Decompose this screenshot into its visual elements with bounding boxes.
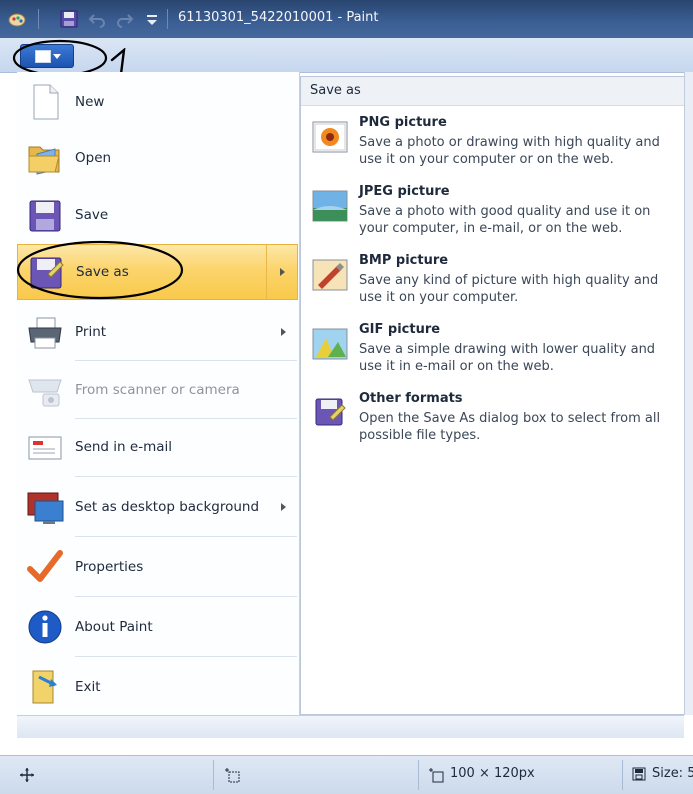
title-divider bbox=[167, 9, 168, 29]
menu-separator bbox=[75, 476, 297, 477]
other-formats-icon bbox=[315, 398, 346, 426]
selection-size-icon bbox=[225, 768, 240, 783]
checkmark-icon bbox=[27, 550, 63, 582]
menu-separator bbox=[75, 656, 297, 657]
menu-item-label: New bbox=[75, 94, 105, 110]
window-title: 61130301_5422010001 - Paint bbox=[178, 10, 379, 25]
desktop-background-icon bbox=[27, 492, 64, 524]
annotation-circle-2 bbox=[16, 240, 184, 300]
chevron-right-icon bbox=[281, 328, 286, 336]
file-size-icon bbox=[632, 767, 646, 781]
status-bar: 100 × 120px Size: 5 bbox=[0, 755, 693, 794]
menu-item-label: Set as desktop background bbox=[75, 499, 260, 515]
menu-item-label: Exit bbox=[75, 679, 101, 695]
menu-item-label: About Paint bbox=[75, 619, 153, 635]
qat-divider bbox=[38, 9, 39, 29]
menu-item-label: Send in e-mail bbox=[75, 439, 172, 455]
move-cursor-icon bbox=[20, 768, 34, 782]
menu-item-new[interactable]: New bbox=[17, 74, 298, 130]
save-as-header-label: Save as bbox=[310, 83, 361, 98]
new-document-icon bbox=[33, 84, 59, 120]
canvas-edge bbox=[684, 72, 693, 715]
menu-item-label: From scanner or camera bbox=[75, 382, 240, 398]
menu-item-print[interactable]: Print bbox=[17, 304, 298, 360]
menu-item-desktop-background[interactable]: Set as desktop background bbox=[17, 479, 298, 535]
canvas-size-icon bbox=[429, 768, 444, 783]
bmp-picture-icon bbox=[312, 259, 348, 291]
save-option-title: Other formats bbox=[359, 391, 463, 406]
save-option-description: Open the Save As dialog box to select fr… bbox=[359, 411, 661, 443]
chevron-right-icon bbox=[281, 503, 286, 511]
save-option-bmp[interactable]: BMP picture Save any kind of picture wit… bbox=[301, 253, 685, 317]
paint-app-icon[interactable] bbox=[8, 10, 26, 28]
menu-item-send-email[interactable]: Send in e-mail bbox=[17, 419, 298, 475]
save-option-title: PNG picture bbox=[359, 115, 447, 130]
file-size: Size: 5 bbox=[652, 766, 693, 781]
menu-item-properties[interactable]: Properties bbox=[17, 539, 298, 595]
save-option-gif[interactable]: GIF picture Save a simple drawing with l… bbox=[301, 322, 685, 386]
save-option-description: Save a photo with good quality and use i… bbox=[359, 204, 651, 236]
status-divider bbox=[213, 760, 214, 790]
png-picture-icon bbox=[312, 121, 348, 153]
save-option-title: BMP picture bbox=[359, 253, 449, 268]
info-icon bbox=[28, 610, 62, 644]
menu-item-from-scanner: From scanner or camera bbox=[17, 362, 298, 418]
save-option-title: GIF picture bbox=[359, 322, 441, 337]
save-option-title: JPEG picture bbox=[359, 184, 450, 199]
jpeg-picture-icon bbox=[312, 190, 348, 222]
floppy-disk-icon bbox=[29, 200, 61, 232]
menu-item-label: Properties bbox=[75, 559, 144, 575]
save-as-panel: Save as PNG picture Save a photo or draw… bbox=[300, 76, 686, 715]
menu-item-about[interactable]: About Paint bbox=[17, 599, 298, 655]
email-icon bbox=[28, 436, 62, 460]
save-option-png[interactable]: PNG picture Save a photo or drawing with… bbox=[301, 115, 685, 179]
menu-separator bbox=[75, 596, 297, 597]
open-folder-icon bbox=[28, 146, 60, 175]
redo-icon[interactable] bbox=[116, 10, 134, 28]
save-icon[interactable] bbox=[60, 10, 78, 28]
menu-separator bbox=[75, 536, 297, 537]
save-option-description: Save a simple drawing with lower quality… bbox=[359, 342, 656, 374]
menu-item-exit[interactable]: Exit bbox=[17, 659, 298, 715]
chevron-right-icon bbox=[280, 268, 285, 276]
scanner-icon bbox=[28, 379, 62, 407]
file-menu-pane: New Open Save Save as Print From scanner… bbox=[17, 72, 300, 715]
menu-item-label: Open bbox=[75, 150, 112, 166]
save-option-jpeg[interactable]: JPEG picture Save a photo with good qual… bbox=[301, 184, 685, 248]
menu-item-label: Save bbox=[75, 207, 109, 223]
canvas-dimensions: 100 × 120px bbox=[450, 766, 535, 781]
file-menu-footer bbox=[17, 715, 684, 738]
customize-qat-icon[interactable] bbox=[143, 10, 161, 28]
title-bar: 61130301_5422010001 - Paint bbox=[0, 0, 693, 38]
save-as-header: Save as bbox=[301, 77, 685, 106]
undo-icon[interactable] bbox=[88, 10, 106, 28]
menu-item-label: Print bbox=[75, 324, 107, 340]
menu-item-open[interactable]: Open bbox=[17, 130, 298, 186]
gif-picture-icon bbox=[312, 328, 348, 360]
exit-icon bbox=[32, 670, 57, 704]
save-option-description: Save a photo or drawing with high qualit… bbox=[359, 135, 660, 167]
save-option-other-formats[interactable]: Other formats Open the Save As dialog bo… bbox=[301, 391, 685, 455]
printer-icon bbox=[28, 317, 62, 349]
status-divider bbox=[418, 760, 419, 790]
menu-separator bbox=[75, 360, 297, 361]
save-option-description: Save any kind of picture with high quali… bbox=[359, 273, 659, 305]
status-divider bbox=[622, 760, 623, 790]
